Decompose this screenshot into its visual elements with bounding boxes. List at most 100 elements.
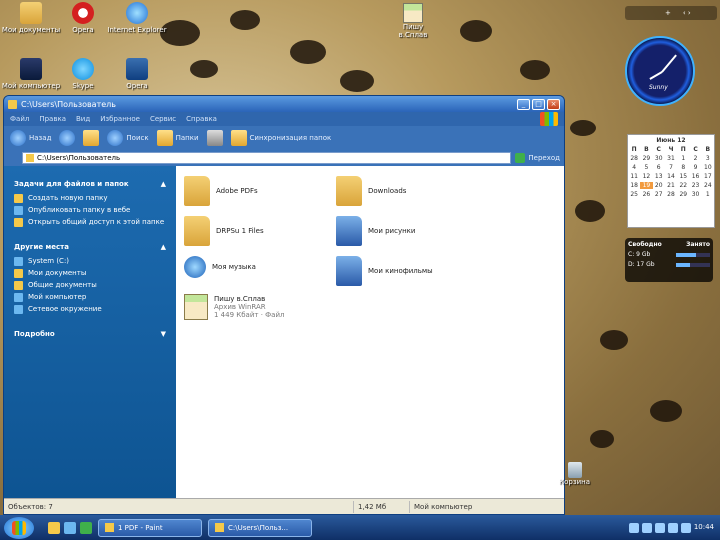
- calendar-day[interactable]: 21: [665, 182, 677, 189]
- list-item[interactable]: Adobe PDFs: [184, 176, 258, 206]
- title-bar[interactable]: C:\Users\Пользователь _ □ ×: [4, 96, 564, 112]
- place-shared-documents[interactable]: Общие документы: [14, 281, 166, 290]
- address-input[interactable]: C:\Users\Пользователь: [22, 152, 512, 164]
- menu-edit[interactable]: Правка: [39, 115, 66, 123]
- calendar-day[interactable]: 27: [653, 191, 665, 198]
- taskbar-item-paint[interactable]: 1 PDF - Paint: [98, 518, 202, 537]
- maximize-button[interactable]: □: [532, 98, 545, 110]
- calendar-day[interactable]: 31: [665, 155, 677, 162]
- calendar-day[interactable]: 4: [628, 164, 640, 171]
- calendar-day[interactable]: 13: [653, 173, 665, 180]
- calendar-day[interactable]: 29: [677, 191, 689, 198]
- calendar-day[interactable]: 30: [689, 191, 701, 198]
- drive-usage-bar: [676, 253, 710, 257]
- calendar-day[interactable]: 7: [665, 164, 677, 171]
- calendar-day[interactable]: 14: [665, 173, 677, 180]
- list-item[interactable]: Пишу в.Сплав Архив WinRAR 1 449 Кбайт · …: [184, 294, 284, 320]
- calendar-day[interactable]: 23: [689, 182, 701, 189]
- desktop-icon-archive[interactable]: Пишу в.Сплав: [388, 3, 438, 39]
- taskbar-clock[interactable]: 10:44: [694, 523, 714, 533]
- back-button[interactable]: Назад: [10, 130, 51, 146]
- quick-launch-folder-icon[interactable]: [48, 521, 60, 534]
- calendar-day[interactable]: 25: [628, 191, 640, 198]
- calendar-day[interactable]: 19: [640, 182, 653, 189]
- sync-button[interactable]: Синхронизация папок: [230, 130, 331, 146]
- calendar-gadget[interactable]: Июнь 12 П В С Ч П С В 28 29 30 31 1 2 3 4 5 6 7 8 9 10 11 12 13…: [627, 134, 715, 228]
- task-new-folder[interactable]: Создать новую папку: [14, 194, 166, 203]
- up-button[interactable]: [83, 130, 100, 146]
- list-item[interactable]: Моя музыка: [184, 256, 256, 278]
- calendar-day[interactable]: 30: [653, 155, 665, 162]
- minimize-button[interactable]: _: [517, 98, 530, 110]
- list-item[interactable]: Downloads: [336, 176, 406, 206]
- calendar-day[interactable]: 26: [640, 191, 652, 198]
- calendar-day[interactable]: 15: [677, 173, 689, 180]
- calendar-day[interactable]: 20: [653, 182, 665, 189]
- go-arrow-icon: [515, 153, 526, 163]
- menu-help[interactable]: Справка: [186, 115, 217, 123]
- calendar-day[interactable]: 24: [702, 182, 714, 189]
- tasks-section-header[interactable]: Задачи для файлов и папок ▲: [14, 180, 166, 188]
- volume-icon[interactable]: [680, 522, 691, 533]
- calendar-day[interactable]: 22: [677, 182, 689, 189]
- search-button[interactable]: Поиск: [107, 130, 149, 146]
- start-button[interactable]: [4, 516, 34, 539]
- calendar-day[interactable]: 11: [628, 173, 640, 180]
- calendar-day[interactable]: 29: [640, 155, 652, 162]
- tray-icon[interactable]: [667, 522, 678, 533]
- calendar-weekday: П: [631, 146, 637, 153]
- calendar-day[interactable]: 17: [702, 173, 714, 180]
- task-publish-web[interactable]: Опубликовать папку в вебе: [14, 206, 166, 215]
- place-my-computer[interactable]: Мой компьютер: [14, 293, 166, 302]
- calendar-day[interactable]: 2: [689, 155, 701, 162]
- calendar-day[interactable]: 8: [677, 164, 689, 171]
- calendar-day[interactable]: 16: [689, 173, 701, 180]
- task-share-folder[interactable]: Открыть общий доступ к этой папке: [14, 218, 166, 227]
- calendar-day[interactable]: 1: [677, 155, 689, 162]
- list-item[interactable]: Мои рисунки: [336, 216, 415, 246]
- place-system-c[interactable]: System (C:): [14, 257, 166, 266]
- menu-favorites[interactable]: Избранное: [100, 115, 140, 123]
- calendar-day[interactable]: 5: [640, 164, 652, 171]
- calendar-day[interactable]: 18: [628, 182, 640, 189]
- place-my-documents[interactable]: Мои документы: [14, 269, 166, 278]
- calendar-day[interactable]: 28: [628, 155, 640, 162]
- calendar-day[interactable]: 1: [702, 191, 714, 198]
- forward-button[interactable]: [59, 130, 76, 146]
- tray-icon[interactable]: [641, 522, 652, 533]
- places-section-header[interactable]: Другие места ▲: [14, 243, 166, 251]
- menu-file[interactable]: Файл: [10, 115, 29, 123]
- menu-tools[interactable]: Сервис: [150, 115, 176, 123]
- skype-icon: [72, 58, 94, 80]
- calendar-day[interactable]: 10: [702, 164, 714, 171]
- folders-button[interactable]: Папки: [156, 130, 199, 146]
- details-section-header[interactable]: Подробно ▼: [14, 330, 166, 338]
- taskbar-item-explorer[interactable]: C:\Users\Польз...: [208, 518, 312, 537]
- drive-meter-gadget[interactable]: Свободно Занято C: 9 Gb D: 17 Gb: [625, 238, 713, 282]
- calendar-day[interactable]: 9: [689, 164, 701, 171]
- quick-launch-app-icon[interactable]: [80, 521, 92, 534]
- desktop-icon-recycle-bin[interactable]: Корзина: [559, 462, 590, 486]
- folder-icon: [14, 281, 23, 290]
- go-button[interactable]: Переход: [515, 153, 560, 163]
- desktop-icon-skype[interactable]: Skype: [52, 58, 114, 90]
- tray-icon[interactable]: [654, 522, 665, 533]
- calendar-day[interactable]: 12: [640, 173, 652, 180]
- list-item[interactable]: DRPSu 1 Files: [184, 216, 264, 246]
- tray-icon[interactable]: [628, 522, 639, 533]
- quick-launch-ie-icon[interactable]: [64, 521, 76, 534]
- calendar-day[interactable]: 6: [653, 164, 665, 171]
- add-gadget-button[interactable]: +: [665, 9, 671, 17]
- clock-gadget[interactable]: Sunny: [625, 36, 695, 106]
- desktop-icon-ie[interactable]: Internet Explorer: [106, 2, 168, 34]
- calendar-day[interactable]: 28: [665, 191, 677, 198]
- place-network[interactable]: Сетевое окружение: [14, 305, 166, 314]
- calendar-day[interactable]: 3: [702, 155, 714, 162]
- list-item[interactable]: Мои кинофильмы: [336, 256, 433, 286]
- menu-view[interactable]: Вид: [76, 115, 90, 123]
- close-button[interactable]: ×: [547, 98, 560, 110]
- views-button[interactable]: [206, 130, 223, 146]
- desktop-icon-opera[interactable]: Opera: [52, 2, 114, 34]
- gadget-nav-arrows[interactable]: ‹ ›: [683, 9, 691, 17]
- desktop-icon-opera-2[interactable]: Opera: [106, 58, 168, 90]
